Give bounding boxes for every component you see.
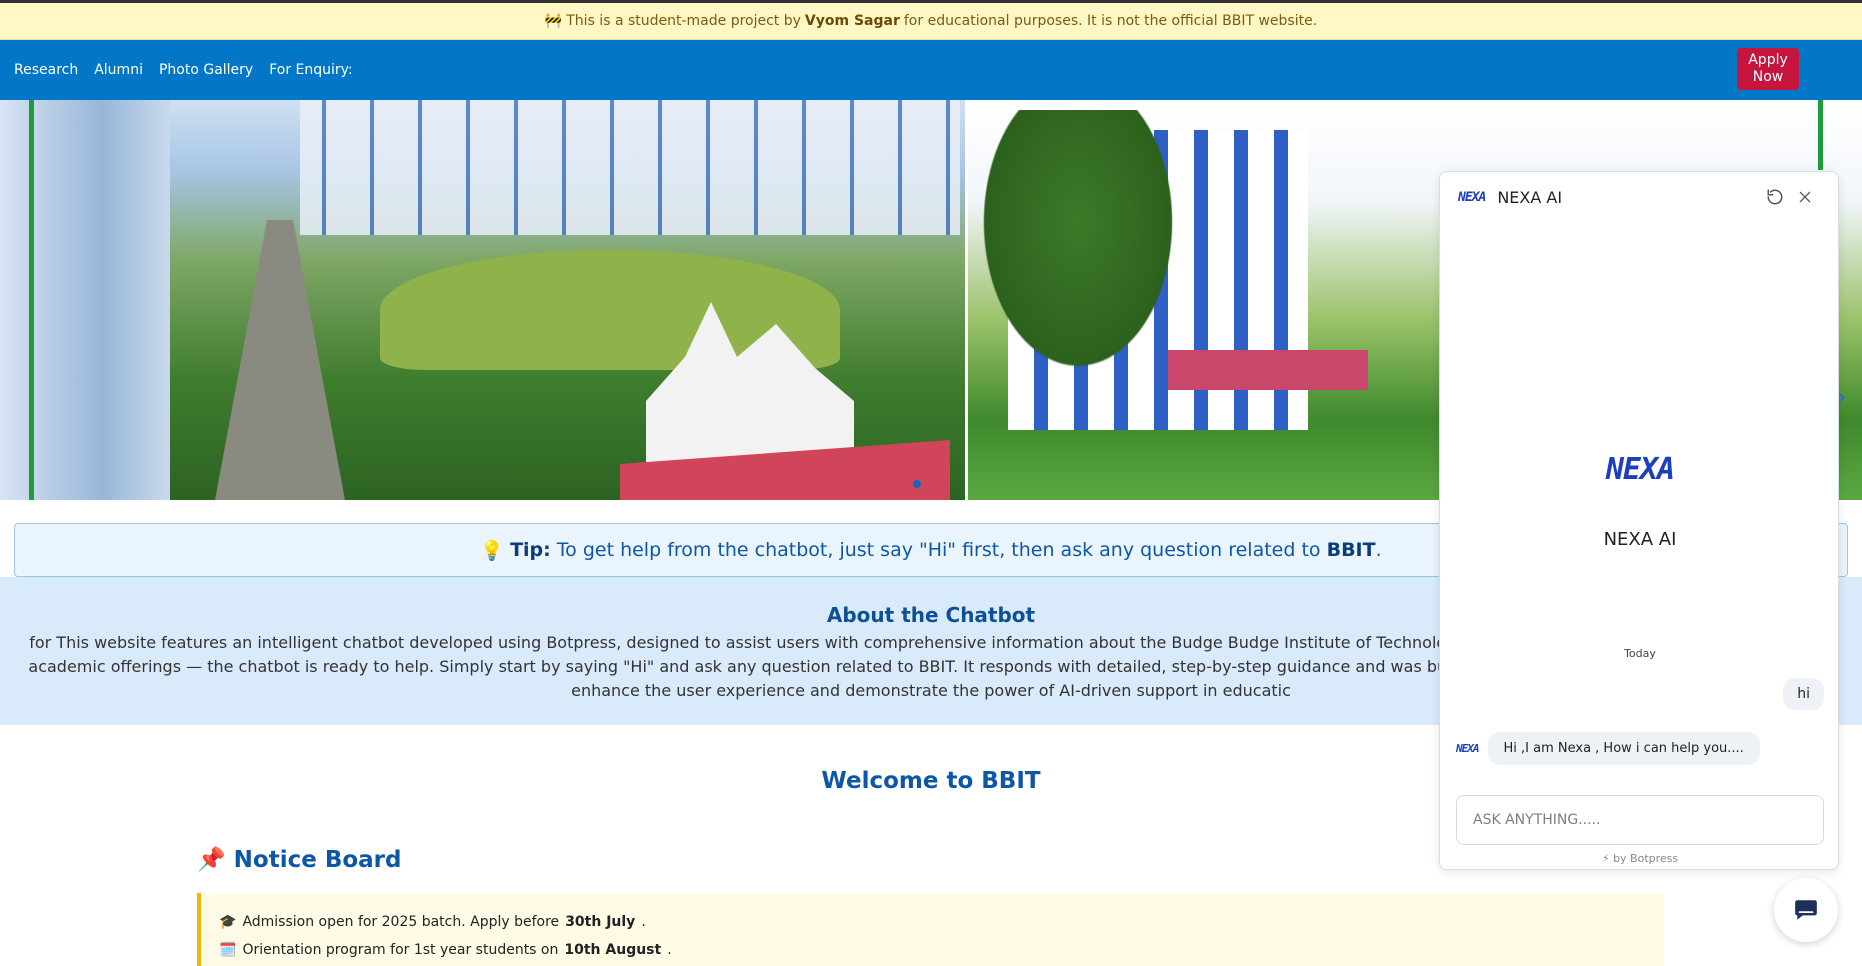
campus-pathway [215,220,345,500]
chatbot-header: NEXA NEXA AI [1440,172,1838,222]
chatbot-panel: NEXA NEXA AI NEXA NEXA AI Today hi NEXA … [1439,171,1839,870]
nav-link-research[interactable]: Research [14,62,78,78]
notice-text: Admission open for 2025 batch. Apply bef… [242,914,560,930]
nexa-logo-small: NEXA [1458,189,1486,205]
notice-item: 🎓 Admission open for 2025 batch. Apply b… [219,908,1646,936]
bot-message-bubble: Hi ,I am Nexa , How i can help you.... [1487,732,1760,765]
tip-end: . [1375,539,1382,561]
bot-avatar-logo: NEXA [1456,742,1479,755]
apply-now-button[interactable]: Apply Now [1737,48,1799,90]
campus-building-back [300,100,960,235]
chatbot-intro: NEXA NEXA AI [1440,452,1838,550]
chat-bubble-icon [1795,900,1817,920]
nav-link-for-enquiry[interactable]: For Enquiry: [269,62,352,78]
notice-board-label: Notice Board [233,847,402,873]
nexa-logo-large: NEXA [1605,452,1675,487]
campus-palm-tree [968,110,1188,390]
disclaimer-author: Vyom Sagar [804,13,900,29]
notice-item: 🗓️ Orientation program for 1st year stud… [219,936,1646,964]
calendar-icon: 🗓️ [219,942,237,958]
nav-link-photo-gallery[interactable]: Photo Gallery [159,62,253,78]
notice-date: 30th July [565,914,636,930]
campus-green-pole [29,100,34,500]
user-message-bubble: hi [1783,678,1824,710]
chatbot-intro-name: NEXA AI [1603,529,1677,550]
chat-launcher-button[interactable] [1774,878,1838,942]
lightbulb-icon: 💡 [480,539,505,562]
campus-green-pole-right [1818,100,1823,170]
disclaimer-prefix: This is a student-made project by [566,13,801,29]
notice-date: 10th August [564,942,662,958]
nav-link-alumni[interactable]: Alumni [94,62,143,78]
tip-text: To get help from the chatbot, just say "… [556,539,1321,561]
graduation-cap-icon: 🎓 [219,914,237,930]
chatbot-title: NEXA AI [1497,187,1563,207]
close-icon[interactable] [1790,182,1820,212]
tip-label: Tip: [510,539,551,561]
notice-board-list: 🎓 Admission open for 2025 batch. Apply b… [197,893,1664,966]
notice-text: Orientation program for 1st year student… [242,942,559,958]
message-date-divider: Today [1624,647,1656,660]
notice-end: . [667,942,672,958]
refresh-icon[interactable] [1760,182,1790,212]
disclaimer-banner: 🚧 This is a student-made project by Vyom… [0,3,1862,40]
main-navbar: Research Alumni Photo Gallery For Enquir… [0,40,1862,100]
bot-message-row: NEXA Hi ,I am Nexa , How i can help you.… [1456,732,1760,765]
pushpin-icon: 📌 [197,847,226,873]
hero-photo-divider [965,100,968,500]
campus-red-roof-right [1168,350,1368,390]
construction-icon: 🚧 [544,13,563,29]
botpress-credit[interactable]: ⚡ by Botpress [1440,852,1838,865]
carousel-indicator-dot[interactable] [913,480,921,488]
notice-end: . [641,914,646,930]
campus-building-left [0,100,170,500]
notice-board-title: 📌 Notice Board [197,846,401,873]
disclaimer-suffix: for educational purposes. It is not the … [903,13,1318,29]
tip-highlight: BBIT [1326,539,1376,561]
campus-photo-left [0,100,968,500]
chat-message-input[interactable] [1456,795,1824,845]
